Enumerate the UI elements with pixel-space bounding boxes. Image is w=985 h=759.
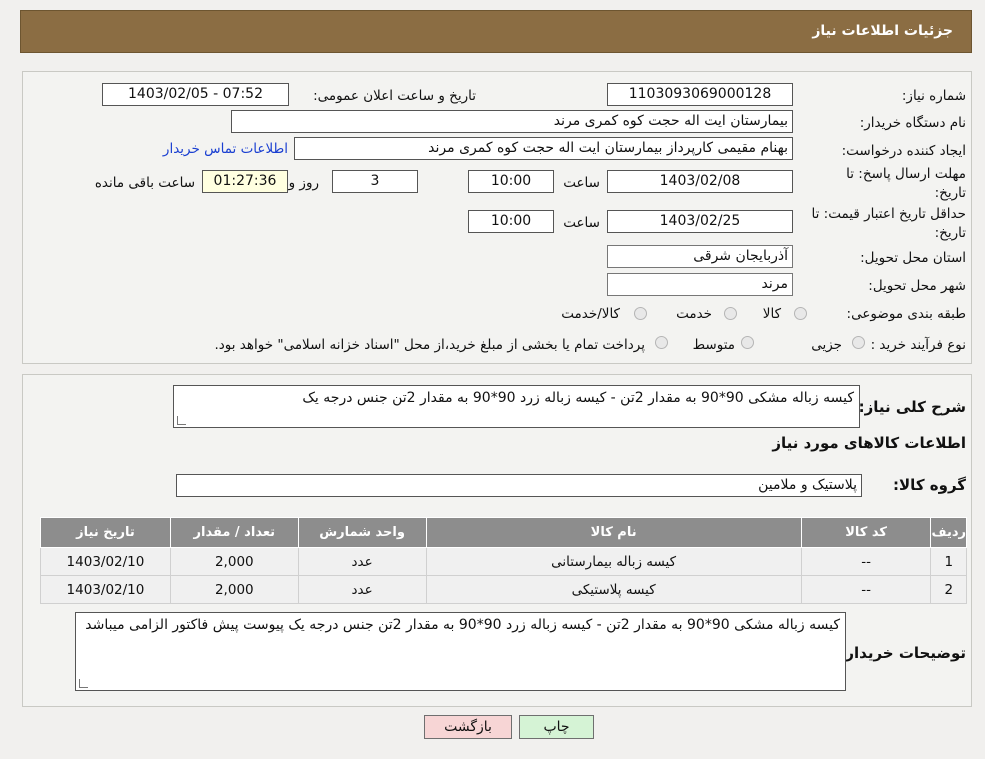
city-field: مرند	[607, 273, 793, 296]
validity-label: حداقل تاریخ اعتبار قیمت: تا تاریخ:	[811, 206, 966, 241]
cell-row: 1	[930, 547, 967, 576]
cell-unit: عدد	[297, 547, 427, 576]
cell-qty: 2,000	[169, 575, 299, 604]
page-title: جزئیات اطلاعات نیاز	[812, 23, 953, 39]
deadline-label: مهلت ارسال پاسخ: تا تاریخ:	[846, 166, 966, 201]
process-note: پرداخت تمام یا بخشی از مبلغ خرید،از محل …	[214, 337, 645, 353]
col-qty-header: تعداد / مقدار	[169, 517, 299, 548]
announce-field: 1403/02/05 - 07:52	[102, 83, 289, 106]
description-field: کیسه زباله مشکی 90*90 به مقدار 2تن - کیس…	[173, 385, 860, 428]
goods-group-field: پلاستیک و ملامین	[176, 474, 862, 497]
resize-grip-icon[interactable]	[79, 679, 88, 688]
process-minor-radio[interactable]	[852, 336, 865, 349]
cell-code: --	[800, 547, 932, 576]
category-service-radio[interactable]	[724, 307, 737, 320]
validity-date-field: 1403/02/25	[607, 210, 793, 233]
col-row-header: ردیف	[930, 517, 967, 548]
remaining-time-label: ساعت باقی مانده	[94, 175, 195, 191]
category-service-label: خدمت	[676, 306, 712, 322]
description-text: کیسه زباله مشکی 90*90 به مقدار 2تن - کیس…	[302, 390, 854, 406]
buyer-contact-link[interactable]: اطلاعات تماس خریدار	[163, 141, 288, 157]
col-unit-header: واحد شمارش	[297, 517, 427, 548]
cell-name: کیسه پلاستیکی	[425, 575, 802, 604]
category-goods-service-radio[interactable]	[634, 307, 647, 320]
deadline-time-label: ساعت	[563, 175, 600, 191]
process-label: نوع فرآیند خرید :	[870, 337, 966, 353]
buyer-org-label: نام دستگاه خریدار:	[859, 115, 966, 131]
remaining-time-field: 01:27:36	[202, 170, 288, 193]
buyer-org-field: بیمارستان ایت اله حجت کوه کمری مرند	[231, 110, 793, 133]
process-medium-radio[interactable]	[741, 336, 754, 349]
category-goods-label: کالا	[762, 306, 781, 322]
cell-unit: عدد	[297, 575, 427, 604]
process-minor-label: جزیی	[811, 337, 842, 353]
validity-time-label: ساعت	[563, 215, 600, 231]
resize-grip-icon[interactable]	[177, 416, 186, 425]
creator-label: ایجاد کننده درخواست:	[841, 143, 966, 159]
description-label: شرح کلی نیاز:	[858, 398, 966, 416]
process-medium-label: متوسط	[692, 337, 735, 353]
need-number-field: 1103093069000128	[607, 83, 793, 106]
days-label: روز و	[288, 175, 319, 191]
province-field: آذربایجان شرقی	[607, 245, 793, 268]
cell-name: کیسه زباله بیمارستانی	[425, 547, 802, 576]
cell-code: --	[800, 575, 932, 604]
creator-field: بهنام مقیمی کارپرداز بیمارستان ایت اله ح…	[294, 137, 793, 160]
print-button[interactable]: چاپ	[519, 715, 594, 739]
table-row: 1 -- کیسه زباله بیمارستانی عدد 2,000 140…	[40, 547, 967, 576]
table-header-row: ردیف کد کالا نام کالا واحد شمارش تعداد /…	[40, 517, 967, 548]
days-field: 3	[332, 170, 418, 193]
back-button[interactable]: بازگشت	[424, 715, 512, 739]
cell-date: 1403/02/10	[40, 547, 171, 576]
table-row: 2 -- کیسه پلاستیکی عدد 2,000 1403/02/10	[40, 575, 967, 604]
treasury-checkbox[interactable]	[655, 336, 668, 349]
cell-qty: 2,000	[169, 547, 299, 576]
province-label: استان محل تحویل:	[860, 250, 966, 266]
goods-table: ردیف کد کالا نام کالا واحد شمارش تعداد /…	[40, 517, 967, 604]
buyer-notes-text: کیسه زباله مشکی 90*90 به مقدار 2تن - کیس…	[85, 617, 840, 633]
validity-time-field: 10:00	[468, 210, 554, 233]
deadline-date-field: 1403/02/08	[607, 170, 793, 193]
goods-info-title: اطلاعات کالاهای مورد نیاز	[772, 434, 966, 452]
page-header: جزئیات اطلاعات نیاز	[20, 10, 972, 53]
category-goods-radio[interactable]	[794, 307, 807, 320]
deadline-time-field: 10:00	[468, 170, 554, 193]
need-number-label: شماره نیاز:	[901, 88, 966, 104]
category-goods-service-label: کالا/خدمت	[561, 306, 620, 322]
buyer-notes-field: کیسه زباله مشکی 90*90 به مقدار 2تن - کیس…	[75, 612, 846, 691]
cell-row: 2	[930, 575, 967, 604]
col-name-header: نام کالا	[425, 517, 802, 548]
category-label: طبقه بندی موضوعی:	[846, 306, 966, 322]
col-date-header: تاریخ نیاز	[40, 517, 171, 548]
goods-group-label: گروه کالا:	[893, 476, 966, 494]
city-label: شهر محل تحویل:	[868, 278, 966, 294]
col-code-header: کد کالا	[800, 517, 932, 548]
buyer-notes-label: توضیحات خریدار:	[839, 644, 966, 662]
cell-date: 1403/02/10	[40, 575, 171, 604]
announce-label: تاریخ و ساعت اعلان عمومی:	[313, 88, 476, 104]
